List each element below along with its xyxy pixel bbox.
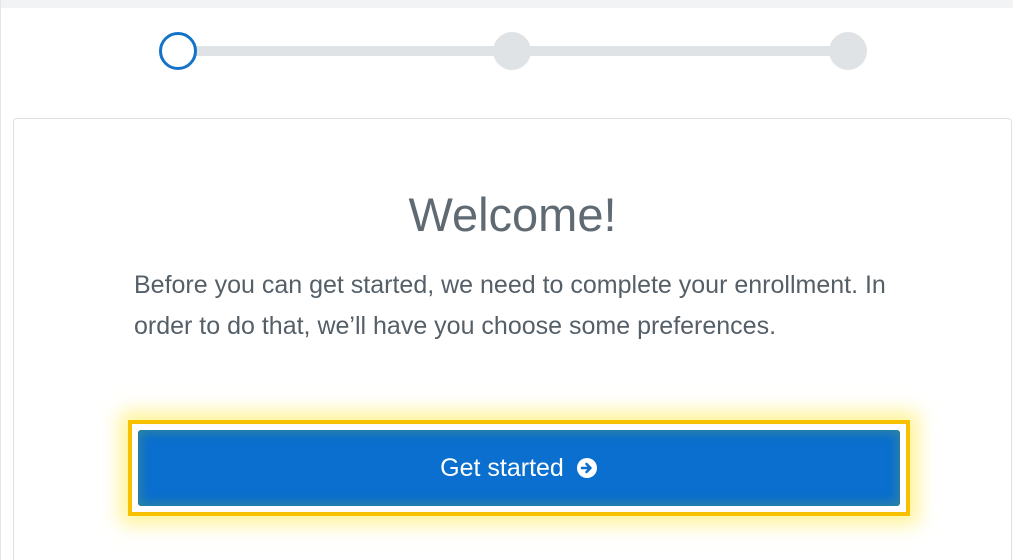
enrollment-page: Welcome! Before you can get started, we …: [0, 0, 1013, 560]
arrow-circle-right-icon: [576, 457, 598, 479]
welcome-message: Before you can get started, we need to c…: [134, 271, 886, 340]
get-started-highlight: Get started: [128, 420, 910, 516]
step-2-pending: [493, 32, 531, 70]
progress-stepper: [159, 32, 867, 70]
welcome-card: Welcome! Before you can get started, we …: [13, 118, 1012, 560]
get-started-label: Get started: [440, 453, 564, 482]
welcome-title: Welcome!: [408, 188, 617, 241]
top-bar: [1, 0, 1013, 8]
step-3-pending: [829, 32, 867, 70]
get-started-button[interactable]: Get started: [138, 430, 900, 506]
step-1-current: [159, 32, 197, 70]
